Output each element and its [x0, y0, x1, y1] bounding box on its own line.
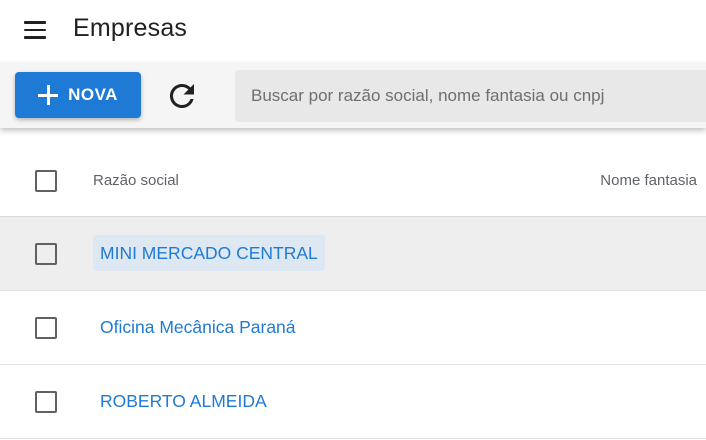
search-input[interactable]	[235, 70, 706, 122]
razao-social-link[interactable]: MINI MERCADO CENTRAL	[93, 235, 325, 271]
table-header: Razão social Nome fantasia	[0, 145, 706, 217]
column-header-razao-social[interactable]: Razão social	[93, 172, 179, 189]
plus-icon	[38, 85, 59, 105]
column-header-nome-fantasia[interactable]: Nome fantasia	[600, 172, 697, 189]
refresh-icon	[170, 84, 194, 108]
razao-social-link[interactable]: Oficina Mecânica Paraná	[93, 309, 303, 345]
row-checkbox[interactable]	[35, 391, 57, 413]
table-row[interactable]: Oficina Mecânica Paraná	[0, 291, 706, 365]
page-title: Empresas	[73, 14, 188, 42]
hamburger-menu-icon[interactable]	[22, 19, 48, 41]
row-checkbox[interactable]	[35, 317, 57, 339]
search-box	[235, 70, 706, 122]
row-checkbox[interactable]	[35, 243, 57, 265]
table-row[interactable]: MINI MERCADO CENTRAL	[0, 217, 706, 291]
app-bar: Empresas	[0, 0, 706, 62]
companies-table: Razão social Nome fantasia MINI MERCADO …	[0, 145, 706, 439]
table-row[interactable]: ROBERTO ALMEIDA	[0, 365, 706, 439]
new-button-label: NOVA	[68, 85, 118, 104]
razao-social-link[interactable]: ROBERTO ALMEIDA	[93, 383, 274, 419]
toolbar: NOVA	[0, 62, 706, 128]
new-company-button[interactable]: NOVA	[15, 72, 141, 118]
refresh-button[interactable]	[164, 78, 200, 114]
select-all-checkbox[interactable]	[35, 170, 57, 192]
